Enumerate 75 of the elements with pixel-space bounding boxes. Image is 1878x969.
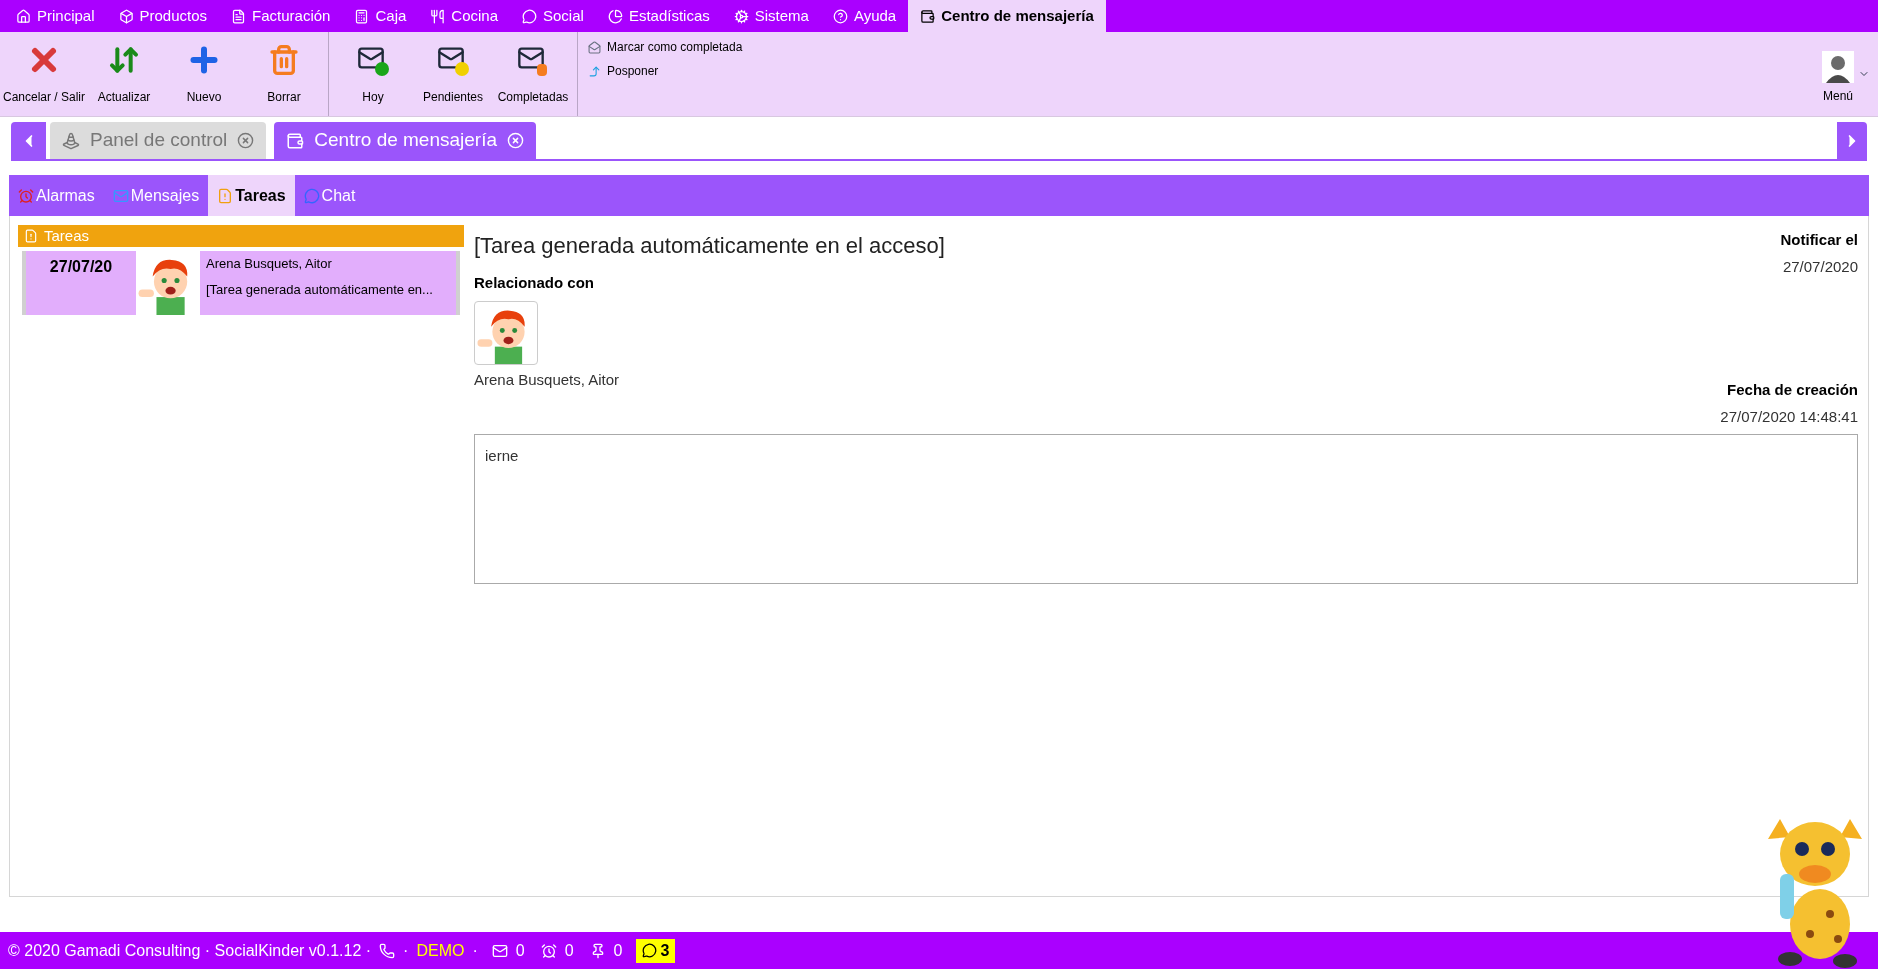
separator-text: · xyxy=(403,940,409,961)
toolbar-button[interactable]: Borrar xyxy=(244,32,324,116)
menu-tab[interactable]: Estadísticas xyxy=(595,0,722,32)
document-icon xyxy=(231,8,247,24)
envelope-icon xyxy=(112,187,129,204)
mode-label: DEMO xyxy=(416,940,465,961)
toolbar-button[interactable]: Pendientes xyxy=(413,32,493,116)
avatar-icon xyxy=(1822,51,1854,83)
envelope-icon xyxy=(491,942,508,959)
chat-badge[interactable]: 3 xyxy=(636,938,676,963)
settings-icon xyxy=(733,8,749,24)
speech-bubble-icon xyxy=(303,187,320,204)
scroll-left-button[interactable] xyxy=(11,122,46,159)
related-person: Arena Busquets, Aitor xyxy=(474,369,621,390)
scroll-right-button[interactable] xyxy=(1837,122,1867,159)
phone-icon xyxy=(379,942,396,959)
wallet-icon xyxy=(286,131,305,150)
task-subject: [Tarea generada automáticamente en... xyxy=(206,280,433,299)
section-tab[interactable]: Tareas xyxy=(208,175,295,216)
user-menu-button[interactable]: Menú xyxy=(1822,43,1854,105)
separator-text: · xyxy=(472,940,478,961)
close-tab-icon[interactable] xyxy=(237,132,255,149)
action-link[interactable]: Marcar como completada xyxy=(588,38,743,56)
list-title: Tareas xyxy=(44,225,90,246)
curved-arrow-icon xyxy=(588,64,601,78)
related-label: Relacionado con xyxy=(474,273,596,293)
menu-tab[interactable]: Centro de mensajería xyxy=(908,0,1106,32)
speech-bubble-icon xyxy=(642,943,658,958)
created-label: Fecha de creación xyxy=(1727,380,1858,400)
task-person: Arena Busquets, Aitor xyxy=(206,255,333,273)
cash-register-icon xyxy=(354,8,370,24)
pin-count: 0 xyxy=(613,940,623,961)
document-tab[interactable]: Centro de mensajería xyxy=(274,122,537,159)
task-title: [Tarea generada automáticamente en el acceso] xyxy=(474,232,945,260)
copyright-text: © 2020 Gamadi Consulting · SocialKinder v0.1.12 · xyxy=(8,940,372,961)
section-tab[interactable]: Mensajes xyxy=(103,175,209,216)
menu-tab[interactable]: Principal xyxy=(4,0,107,32)
document-info-icon xyxy=(217,187,234,204)
notify-label: Notificar el xyxy=(1780,230,1858,250)
notify-date: 27/07/2020 xyxy=(1782,256,1858,277)
pie-chart-icon xyxy=(607,8,623,24)
created-date: 27/07/2020 14:48:41 xyxy=(1720,406,1858,427)
menu-tab[interactable]: Caja xyxy=(342,0,419,32)
toolbar-button[interactable]: Completadas xyxy=(493,32,573,116)
toolbar-button[interactable]: Actualizar xyxy=(84,32,164,116)
wallet-icon xyxy=(920,8,936,24)
toolbar-button[interactable]: Nuevo xyxy=(164,32,244,116)
cube-icon xyxy=(118,8,134,24)
help-icon xyxy=(832,8,848,24)
alarm-clock-icon xyxy=(18,187,34,204)
open-envelope-icon xyxy=(588,40,601,54)
menu-tab[interactable]: Social xyxy=(510,0,596,32)
alarm-count: 0 xyxy=(564,940,574,961)
task-row[interactable]: 27/07/20 Arena Busquets, Aitor [Tarea generada automáticamente en... xyxy=(22,251,460,315)
action-link[interactable]: Posponer xyxy=(588,62,743,80)
section-tab[interactable]: Chat xyxy=(294,175,365,216)
menu-tab[interactable]: Ayuda xyxy=(820,0,909,32)
task-date: 27/07/20 xyxy=(48,257,114,277)
toolbar-button[interactable]: Cancelar / Salir xyxy=(4,32,84,116)
menu-tab[interactable]: Cocina xyxy=(418,0,510,32)
menu-tab[interactable]: Productos xyxy=(106,0,220,32)
speech-bubble-icon xyxy=(522,8,537,24)
arrows-icon xyxy=(108,44,140,76)
menu-tab[interactable]: Facturación xyxy=(219,0,343,32)
mail-count: 0 xyxy=(515,940,525,961)
house-icon xyxy=(16,8,31,24)
utensils-icon xyxy=(430,8,446,24)
toolbar-button[interactable]: Hoy xyxy=(333,32,413,116)
message-field[interactable]: ierne xyxy=(474,434,1858,584)
section-tab[interactable]: Alarmas xyxy=(9,175,104,216)
child-cartoon-drawing xyxy=(474,300,538,365)
menu-tab[interactable]: Sistema xyxy=(721,0,821,32)
document-info-icon xyxy=(24,229,38,243)
trash-icon xyxy=(268,44,300,76)
alarm-clock-icon xyxy=(540,942,557,959)
